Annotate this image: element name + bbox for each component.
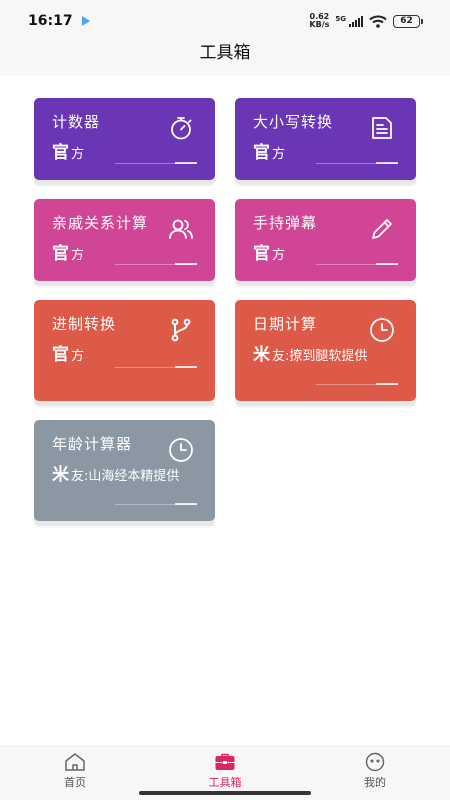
tool-card-divider [115, 162, 197, 164]
stopwatch-icon [167, 114, 195, 142]
tool-grid: 计数器 官方 大小写转换 官方 亲戚关系计算 官方 手持弹幕 官 方 进制转换 … [0, 76, 450, 746]
smiley-icon [364, 752, 386, 772]
net-speed-unit: KB/s [309, 20, 330, 29]
tool-card-credit: 米友:撩到腿软提供 [253, 345, 368, 365]
nav-label: 首页 [64, 776, 86, 789]
clock-icon [167, 436, 195, 464]
battery-icon: 62 [393, 14, 423, 28]
tool-card-credit: 官方 [52, 345, 85, 365]
app-notification-icon [81, 16, 91, 26]
signal-icon [349, 15, 363, 27]
nav-label: 我的 [364, 776, 386, 789]
tool-card-date-calc[interactable]: 日期计算 米友:撩到腿软提供 [235, 300, 416, 401]
tool-card-divider [115, 503, 197, 505]
tool-card-divider [115, 366, 197, 368]
git-branch-icon [167, 316, 195, 344]
tool-card-divider [316, 263, 398, 265]
pencil-icon [368, 215, 396, 243]
tool-card-handheld-danmaku[interactable]: 手持弹幕 官方 [235, 199, 416, 281]
tool-card-base-convert[interactable]: 进制转换 官方 [34, 300, 215, 401]
tool-card-title: 年龄计算器 [52, 435, 133, 453]
net-speed: 0.62 KB/s [309, 13, 329, 29]
tool-card-divider [316, 162, 398, 164]
network-gen: 5G [335, 15, 346, 23]
tool-card-divider [115, 263, 197, 265]
users-icon [167, 215, 195, 243]
home-indicator[interactable] [139, 791, 311, 795]
page-title: 工具箱 [0, 42, 450, 76]
document-icon [368, 114, 396, 142]
tool-card-title: 进制转换 [52, 315, 117, 333]
tool-card-title: 日期计算 [253, 315, 318, 333]
toolbox-icon [214, 752, 236, 772]
status-indicators: 0.62 KB/s 5G 62 [309, 13, 423, 29]
tool-card-title: 亲戚关系计算 [52, 214, 149, 232]
tool-card-divider [316, 383, 398, 385]
tool-card-age-calc[interactable]: 年龄计算器 米友:山海经本精提供 [34, 420, 215, 521]
tool-card-title: 手持弹幕 [253, 214, 318, 232]
home-icon [64, 752, 86, 772]
status-bar: 16:17 0.62 KB/s 5G 62 [0, 0, 450, 42]
nav-label: 工具箱 [208, 776, 242, 789]
wifi-icon [369, 15, 387, 28]
nav-item-home[interactable]: 首页 [0, 747, 150, 800]
tool-card-title: 大小写转换 [253, 113, 334, 131]
status-time: 16:17 [28, 13, 73, 29]
nav-item-mine[interactable]: 我的 [300, 747, 450, 800]
tool-card-relatives-calc[interactable]: 亲戚关系计算 官方 [34, 199, 215, 281]
tool-card-case-convert[interactable]: 大小写转换 官方 [235, 98, 416, 180]
tool-card-counter[interactable]: 计数器 官方 [34, 98, 215, 180]
clock-icon [368, 316, 396, 344]
tool-card-title: 计数器 [52, 113, 101, 131]
tool-card-credit: 米友:山海经本精提供 [52, 465, 180, 485]
